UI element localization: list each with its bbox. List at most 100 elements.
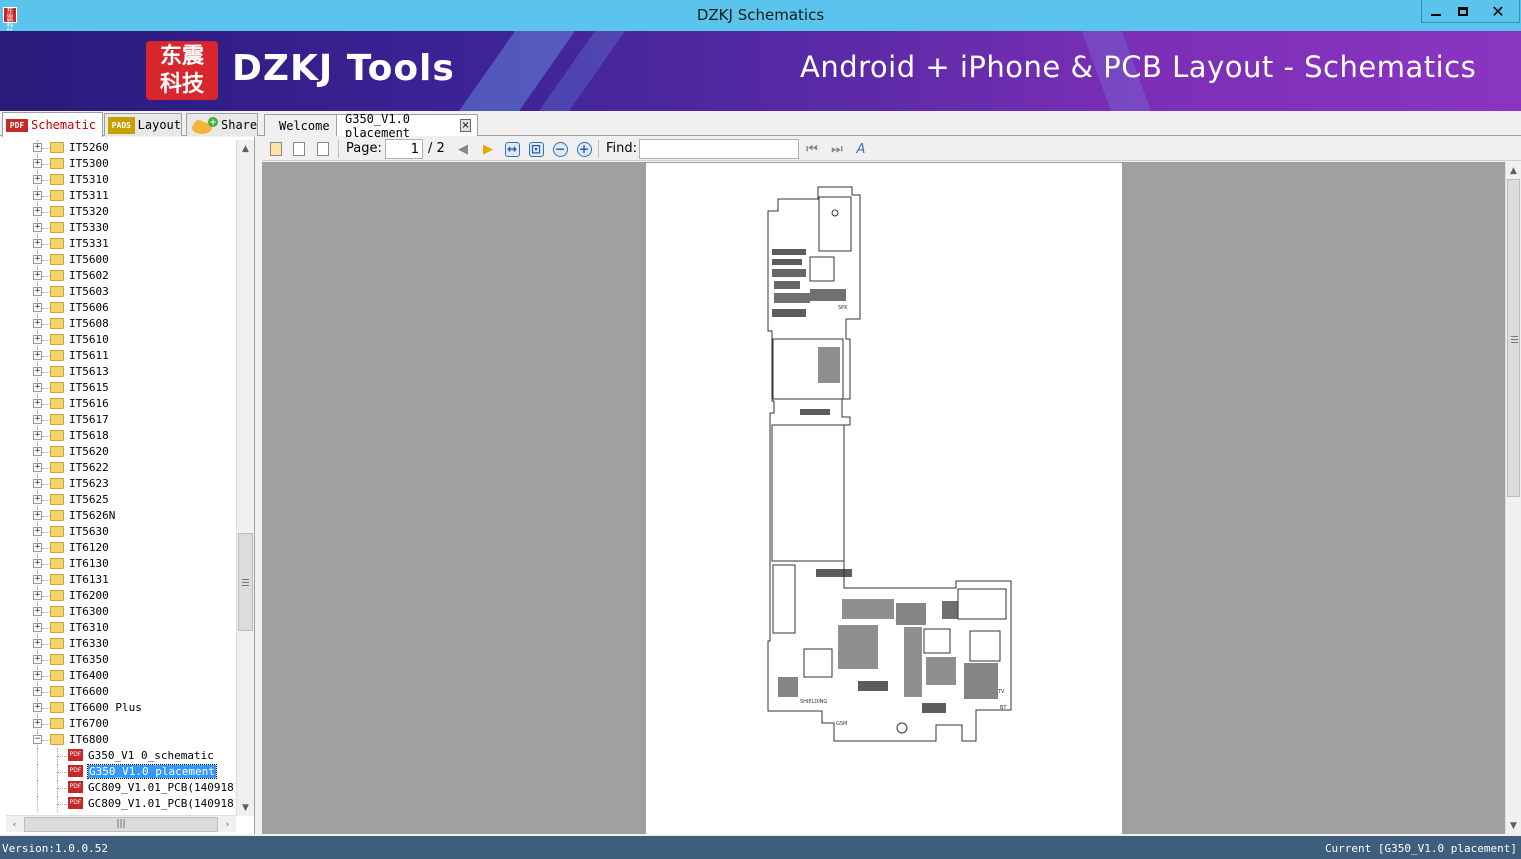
find-previous-icon[interactable]: ⏮ [803,140,821,158]
expand-icon[interactable]: + [33,191,42,200]
tree-folder-item[interactable]: + IT5630 [0,524,236,540]
expand-icon[interactable]: + [33,367,42,376]
tree-folder-item[interactable]: + IT6330 [0,636,236,652]
tree-file-item[interactable]: PDF GC809_V1.01_PCB(140918)_C [0,780,254,796]
minimize-button[interactable] [1422,1,1449,22]
tree-folder-item[interactable]: + IT5620 [0,444,236,460]
tree-folder-item[interactable]: + IT5615 [0,380,236,396]
tree-folder-item[interactable]: + IT5331 [0,236,236,252]
scroll-down-icon[interactable]: ▼ [237,799,254,816]
expand-icon[interactable]: + [33,559,42,568]
page-number-input[interactable] [385,139,423,159]
tree-vertical-scrollbar[interactable]: ▲ ▼ [236,140,254,816]
next-page-icon[interactable]: ▶ [479,140,497,158]
tree-folder-item[interactable]: + IT6350 [0,652,236,668]
tree-folder-item[interactable]: + IT5603 [0,284,236,300]
expand-icon[interactable]: + [33,351,42,360]
expand-icon[interactable]: + [33,655,42,664]
tree-folder-item[interactable]: + IT5625 [0,492,236,508]
maximize-button[interactable] [1449,1,1476,22]
tree-folder-item[interactable]: + IT5606 [0,300,236,316]
tree-folder-item[interactable]: + IT6131 [0,572,236,588]
expand-icon[interactable]: + [33,383,42,392]
copy-document-icon[interactable] [290,140,308,158]
zoom-in-icon[interactable]: + [575,140,593,158]
expand-icon[interactable]: + [33,447,42,456]
scroll-down-icon[interactable]: ▼ [1506,817,1521,834]
doc-tab-g350-placement[interactable]: G350_V1.0 placement × [336,112,478,140]
close-tab-icon[interactable]: × [460,119,471,132]
tree-folder-item[interactable]: − IT6800 [0,732,236,748]
find-next-icon[interactable]: ⏭ [828,140,846,158]
collapse-icon[interactable]: − [33,735,42,744]
tree-folder-item[interactable]: + IT6130 [0,556,236,572]
zoom-out-icon[interactable]: − [551,140,569,158]
tree-folder-item[interactable]: + IT6300 [0,604,236,620]
scroll-thumb[interactable] [1507,179,1520,497]
tree-folder-item[interactable]: + IT5622 [0,460,236,476]
tree-folder-item[interactable]: + IT5616 [0,396,236,412]
tab-schematic[interactable]: PDF Schematic [2,112,103,137]
expand-icon[interactable]: + [33,687,42,696]
tree-folder-item[interactable]: + IT5617 [0,412,236,428]
fit-width-icon[interactable]: ↔ [503,140,521,158]
tree-folder-item[interactable]: + IT5600 [0,252,236,268]
expand-icon[interactable]: + [33,399,42,408]
expand-icon[interactable]: + [33,719,42,728]
tree-folder-item[interactable]: + IT5260 [0,140,236,156]
tree-folder-item[interactable]: + IT5320 [0,204,236,220]
expand-icon[interactable]: + [33,271,42,280]
tab-share[interactable]: + Share [186,113,258,136]
tree-folder-item[interactable]: + IT5330 [0,220,236,236]
tree-folder-item[interactable]: + IT6600 [0,684,236,700]
scroll-thumb[interactable] [238,533,253,631]
tree-folder-item[interactable]: + IT6120 [0,540,236,556]
tree-file-item[interactable]: PDF G350_V1 0_schematic [0,748,236,764]
expand-icon[interactable]: + [33,143,42,152]
expand-icon[interactable]: + [33,607,42,616]
tree-file-item[interactable]: PDF GC809_V1.01_PCB(140918)_M [0,796,254,812]
tree-folder-item[interactable]: + IT5608 [0,316,236,332]
scroll-thumb[interactable]: ||| [24,817,218,832]
tree-folder-item[interactable]: + IT5611 [0,348,236,364]
previous-page-icon[interactable]: ◀ [454,140,472,158]
expand-icon[interactable]: + [33,639,42,648]
close-button[interactable]: ✕ [1476,1,1520,22]
tree-folder-item[interactable]: + IT6600 Plus [0,700,236,716]
expand-icon[interactable]: + [33,527,42,536]
tree-file-item[interactable]: PDF G350_V1.0 placement [0,764,236,780]
expand-icon[interactable]: + [33,287,42,296]
expand-icon[interactable]: + [33,415,42,424]
fit-page-icon[interactable]: ⊡ [527,140,545,158]
tree-folder-item[interactable]: + IT5602 [0,268,236,284]
tree-folder-item[interactable]: + IT5613 [0,364,236,380]
tree-folder-item[interactable]: + IT6700 [0,716,236,732]
expand-icon[interactable]: + [33,431,42,440]
scroll-left-icon[interactable]: ‹ [6,816,23,833]
expand-icon[interactable]: + [33,591,42,600]
paste-document-icon[interactable] [314,140,332,158]
scroll-up-icon[interactable]: ▲ [237,140,254,157]
scroll-right-icon[interactable]: › [219,816,236,833]
expand-icon[interactable]: + [33,159,42,168]
find-input[interactable] [639,139,799,159]
expand-icon[interactable]: + [33,543,42,552]
tree-folder-item[interactable]: + IT5610 [0,332,236,348]
scroll-up-icon[interactable]: ▲ [1506,162,1521,179]
viewer-vertical-scrollbar[interactable]: ▲ ▼ [1505,162,1521,834]
tree-folder-item[interactable]: + IT5300 [0,156,236,172]
tree-folder-item[interactable]: + IT5626N [0,508,236,524]
doc-tab-welcome[interactable]: Welcome [264,114,337,136]
expand-icon[interactable]: + [33,255,42,264]
document-canvas[interactable]: SHIELDING GSM TV BT SPK [262,162,1506,834]
expand-icon[interactable]: + [33,703,42,712]
open-document-icon[interactable] [267,140,285,158]
tree-folder-item[interactable]: + IT6400 [0,668,236,684]
expand-icon[interactable]: + [33,303,42,312]
expand-icon[interactable]: + [33,479,42,488]
expand-icon[interactable]: + [33,223,42,232]
expand-icon[interactable]: + [33,495,42,504]
tree-folder-item[interactable]: + IT6200 [0,588,236,604]
tree-folder-item[interactable]: + IT5623 [0,476,236,492]
expand-icon[interactable]: + [33,671,42,680]
